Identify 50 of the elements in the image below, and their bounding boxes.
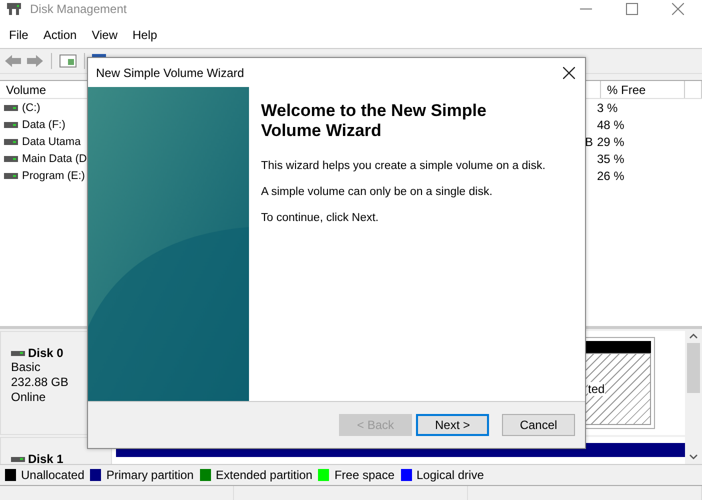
drive-icon [4, 104, 18, 110]
drive-icon [11, 350, 25, 356]
legend-label: Free space [334, 468, 394, 482]
wizard-heading: Welcome to the New Simple Volume Wizard [261, 101, 488, 141]
table-cell: B [584, 134, 593, 148]
dialog-title: New Simple Volume Wizard [96, 66, 244, 80]
menu-item[interactable]: Help [132, 28, 158, 42]
menu-item[interactable]: File [9, 28, 28, 42]
drive-icon [11, 456, 25, 462]
wizard-text: To continue, click Next. [261, 212, 380, 224]
drive-icon [4, 122, 18, 128]
disk-icon [6, 2, 22, 16]
drive-icon [4, 172, 18, 178]
partition-label: ted [588, 382, 605, 396]
close-icon[interactable] [563, 66, 575, 78]
table-cell-text: 26 % [596, 168, 626, 182]
table-cell: Data Utama [22, 136, 81, 148]
forward-arrow-icon[interactable] [26, 54, 44, 68]
table-cell: Program (E:) [22, 170, 85, 182]
legend-label: Unallocated [21, 468, 84, 482]
wizard-button[interactable]: Cancel [502, 414, 575, 436]
panel-icon[interactable] [59, 54, 77, 68]
table-cell: Data (F:) [22, 118, 66, 130]
table-cell-text: 35 % [596, 152, 626, 166]
back-arrow-icon[interactable] [4, 54, 22, 68]
table-cell: Main Data (D [22, 152, 87, 164]
disk-name: Disk 1 [28, 452, 64, 464]
scroll-up-icon[interactable] [689, 333, 698, 339]
table-cell: (C:) [22, 102, 40, 114]
disk-detail: Basic [11, 360, 42, 375]
table-cell-text: 48 % [596, 118, 626, 132]
table-cell-text: 3 % [596, 100, 619, 114]
disk-detail: Online [11, 390, 47, 405]
disk-name: Disk 0 [28, 346, 64, 360]
wizard-text: This wizard helps you create a simple volume on a disk. [261, 160, 546, 172]
menu-item[interactable]: Action [43, 28, 77, 42]
legend-label: Extended partition [216, 468, 312, 482]
maximize-icon[interactable] [626, 3, 638, 15]
scroll-down-icon[interactable] [689, 454, 698, 460]
legend-label: Primary partition [106, 468, 194, 482]
drive-icon [4, 138, 18, 144]
column-header[interactable]: % Free [601, 81, 685, 98]
window-title: Disk Management [30, 2, 127, 16]
wizard-text: A simple volume can only be on a single disk. [261, 186, 494, 198]
legend-label: Logical drive [416, 468, 484, 482]
disk-detail: 232.88 GB [11, 375, 70, 390]
wizard-button[interactable]: Next > [416, 414, 489, 436]
table-cell-text: 29 % [596, 134, 626, 148]
drive-icon [4, 156, 18, 162]
menu-item[interactable]: View [92, 28, 118, 42]
